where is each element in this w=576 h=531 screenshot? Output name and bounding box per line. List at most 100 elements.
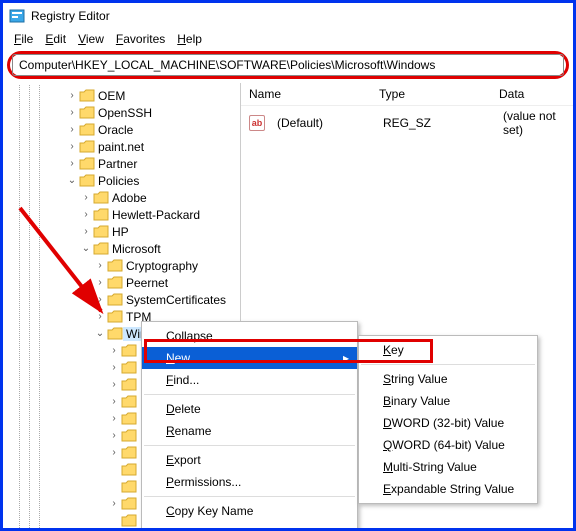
tree-node-label: Peernet (123, 276, 171, 290)
folder-icon (79, 123, 95, 137)
ctx-find[interactable]: Find... (142, 369, 357, 391)
ctx-new-multistring[interactable]: Multi-String Value (359, 456, 537, 478)
tree-node[interactable]: › SystemCertificates (3, 291, 240, 308)
tree-node-label: OEM (95, 89, 128, 103)
string-value-icon: ab (249, 115, 265, 131)
chevron-right-icon[interactable]: › (65, 107, 79, 118)
ctx-delete[interactable]: Delete (142, 398, 357, 420)
tree-node[interactable]: › Adobe (3, 189, 240, 206)
chevron-right-icon[interactable]: › (65, 124, 79, 135)
ctx-collapse[interactable]: Collapse (142, 325, 357, 347)
chevron-right-icon[interactable]: › (79, 226, 93, 237)
tree-node[interactable]: › Partner (3, 155, 240, 172)
chevron-down-icon[interactable]: ⌄ (79, 243, 93, 254)
tree-node[interactable]: ⌄Microsoft (3, 240, 240, 257)
address-bar[interactable]: Computer\HKEY_LOCAL_MACHINE\SOFTWARE\Pol… (12, 54, 564, 76)
folder-icon (121, 361, 137, 375)
menu-edit[interactable]: Edit (40, 32, 71, 46)
tree-node-label: OpenSSH (95, 106, 155, 120)
tree-node-label: Adobe (109, 191, 150, 205)
col-name[interactable]: Name (241, 87, 371, 101)
chevron-right-icon[interactable]: › (107, 430, 121, 441)
tree-node[interactable]: ›paint.net (3, 138, 240, 155)
tree-node-label: SystemCertificates (123, 293, 229, 307)
tree-node[interactable]: › OpenSSH (3, 104, 240, 121)
folder-icon (107, 293, 123, 307)
chevron-right-icon[interactable]: › (107, 345, 121, 356)
tree-node[interactable]: › Oracle (3, 121, 240, 138)
ctx-new[interactable]: New ▸ (142, 347, 357, 369)
tree-node-label: Cryptography (123, 259, 201, 273)
ctx-new-binary[interactable]: Binary Value (359, 390, 537, 412)
tree-node-label: HP (109, 225, 132, 239)
tree-node[interactable]: ›Hewlett-Packard (3, 206, 240, 223)
folder-icon (79, 89, 95, 103)
folder-icon (93, 242, 109, 256)
chevron-right-icon[interactable]: › (107, 379, 121, 390)
tree-node[interactable]: › Cryptography (3, 257, 240, 274)
menu-view[interactable]: View (73, 32, 109, 46)
window-title: Registry Editor (31, 9, 110, 23)
ctx-new-qword[interactable]: QWORD (64-bit) Value (359, 434, 537, 456)
ctx-rename[interactable]: Rename (142, 420, 357, 442)
chevron-right-icon[interactable]: › (107, 498, 121, 509)
ctx-export[interactable]: Export (142, 449, 357, 471)
folder-icon (121, 446, 137, 460)
chevron-right-icon[interactable]: › (65, 158, 79, 169)
value-row[interactable]: ab (Default) REG_SZ (value not set) (241, 106, 573, 140)
tree-node-label: Oracle (95, 123, 136, 137)
address-highlight: Computer\HKEY_LOCAL_MACHINE\SOFTWARE\Pol… (7, 51, 569, 79)
ctx-copy-key-name[interactable]: Copy Key Name (142, 500, 357, 522)
chevron-right-icon[interactable]: › (79, 209, 93, 220)
chevron-right-icon[interactable]: › (93, 277, 107, 288)
menu-favorites[interactable]: Favorites (111, 32, 170, 46)
chevron-right-icon[interactable]: › (107, 396, 121, 407)
folder-icon (121, 514, 137, 528)
menu-help[interactable]: Help (172, 32, 207, 46)
folder-icon (79, 174, 95, 188)
folder-icon (121, 344, 137, 358)
chevron-right-icon[interactable]: › (65, 141, 79, 152)
context-menu: Collapse New ▸ Find... Delete Rename Exp… (141, 321, 358, 531)
ctx-new-expandstring[interactable]: Expandable String Value (359, 478, 537, 500)
context-submenu-new: Key String Value Binary Value DWORD (32-… (358, 335, 538, 504)
folder-icon (107, 259, 123, 273)
chevron-right-icon[interactable]: › (93, 260, 107, 271)
chevron-right-icon[interactable]: › (107, 413, 121, 424)
folder-icon (107, 327, 123, 341)
chevron-right-icon: ▸ (343, 351, 349, 365)
col-data[interactable]: Data (491, 87, 573, 101)
ctx-new-key[interactable]: Key (359, 339, 537, 361)
tree-node[interactable]: ⌄Policies (3, 172, 240, 189)
tree-node[interactable]: › OEM (3, 87, 240, 104)
tree-node[interactable]: › HP (3, 223, 240, 240)
folder-icon (79, 157, 95, 171)
ctx-new-string[interactable]: String Value (359, 368, 537, 390)
chevron-right-icon[interactable]: › (93, 294, 107, 305)
ctx-new-dword[interactable]: DWORD (32-bit) Value (359, 412, 537, 434)
titlebar: Registry Editor (3, 3, 573, 29)
chevron-right-icon[interactable]: › (65, 90, 79, 101)
chevron-down-icon[interactable]: ⌄ (93, 328, 107, 339)
menubar: File Edit View Favorites Help (3, 29, 573, 49)
ctx-permissions[interactable]: Permissions... (142, 471, 357, 493)
folder-icon (121, 429, 137, 443)
value-type: REG_SZ (375, 116, 495, 130)
folder-icon (107, 310, 123, 324)
tree-node-label: Partner (95, 157, 140, 171)
chevron-right-icon[interactable]: › (107, 447, 121, 458)
regedit-icon (9, 8, 25, 24)
folder-icon (79, 106, 95, 120)
col-type[interactable]: Type (371, 87, 491, 101)
chevron-right-icon[interactable]: › (107, 362, 121, 373)
folder-icon (93, 225, 109, 239)
folder-icon (121, 480, 137, 494)
chevron-right-icon[interactable]: › (93, 311, 107, 322)
tree-node[interactable]: › Peernet (3, 274, 240, 291)
folder-icon (121, 378, 137, 392)
chevron-down-icon[interactable]: ⌄ (65, 175, 79, 186)
menu-file[interactable]: File (9, 32, 38, 46)
folder-icon (121, 463, 137, 477)
folder-icon (121, 395, 137, 409)
chevron-right-icon[interactable]: › (79, 192, 93, 203)
